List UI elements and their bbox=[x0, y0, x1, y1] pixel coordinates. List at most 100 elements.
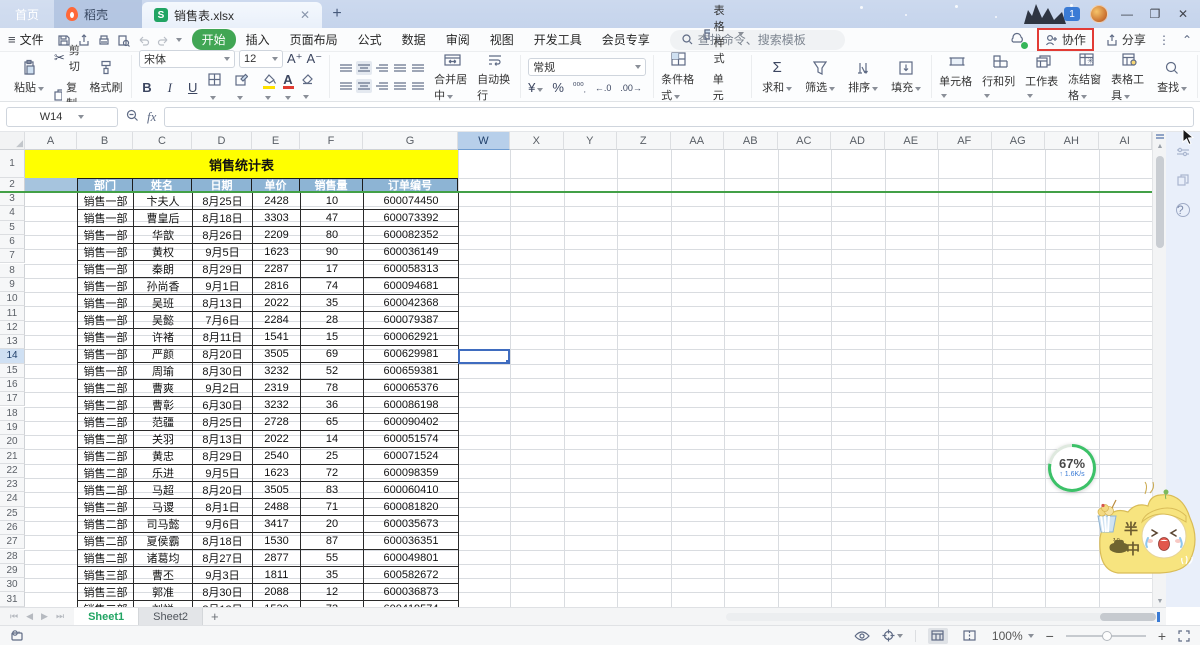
cell[interactable]: 销售二部 bbox=[77, 464, 134, 482]
cell[interactable]: 3303 bbox=[252, 209, 301, 227]
column-header-F[interactable]: F bbox=[300, 132, 363, 150]
cell[interactable]: 销售二部 bbox=[77, 413, 134, 431]
upload-progress-badge[interactable]: 67% ↑ 1.6K/s bbox=[1048, 444, 1096, 492]
cell[interactable]: 销售三部 bbox=[77, 583, 134, 601]
cell[interactable]: 87 bbox=[300, 532, 364, 550]
row-header-26[interactable]: 26 bbox=[0, 520, 25, 536]
font-size-select[interactable]: 12 bbox=[239, 50, 283, 68]
zoom-level-button[interactable]: 100% bbox=[992, 629, 1034, 643]
cell[interactable]: 9月2日 bbox=[192, 379, 253, 397]
cell[interactable]: 2877 bbox=[252, 549, 301, 567]
scrollbar-split-handle[interactable] bbox=[1156, 134, 1164, 136]
paste-button[interactable]: 粘贴 bbox=[11, 59, 47, 95]
cell[interactable]: 2287 bbox=[252, 260, 301, 278]
cell[interactable]: 80 bbox=[300, 226, 364, 244]
cell[interactable]: 600062921 bbox=[363, 328, 459, 346]
cell[interactable]: 8月25日 bbox=[192, 413, 253, 431]
cell[interactable]: 8月18日 bbox=[192, 600, 253, 607]
cell[interactable]: 78 bbox=[300, 379, 364, 397]
cell[interactable]: 35 bbox=[300, 294, 364, 312]
cell[interactable]: 曹爽 bbox=[133, 379, 193, 397]
cell[interactable]: 14 bbox=[300, 430, 364, 448]
cell[interactable]: 9月5日 bbox=[192, 464, 253, 482]
cell[interactable]: 曹彰 bbox=[133, 396, 193, 414]
cell[interactable]: 卞夫人 bbox=[133, 192, 193, 210]
row-header-31[interactable]: 31 bbox=[0, 592, 25, 607]
help-icon[interactable]: ? bbox=[1176, 203, 1190, 217]
cell[interactable]: 8月26日 bbox=[192, 226, 253, 244]
tab-document[interactable]: S 销售表.xlsx ✕ bbox=[142, 2, 322, 28]
eye-protect-icon[interactable] bbox=[854, 630, 870, 641]
cell[interactable]: 17 bbox=[300, 260, 364, 278]
cell[interactable]: 销售一部 bbox=[77, 328, 134, 346]
align-middle-button[interactable] bbox=[356, 60, 373, 75]
cell[interactable]: 600659381 bbox=[363, 362, 459, 380]
menu-item-数据[interactable]: 数据 bbox=[392, 29, 436, 50]
cell[interactable]: 600065376 bbox=[363, 379, 459, 397]
column-header-W[interactable]: W bbox=[458, 132, 510, 150]
row-header-25[interactable]: 25 bbox=[0, 506, 25, 521]
cell[interactable]: 36 bbox=[300, 396, 364, 414]
redo-icon[interactable] bbox=[154, 32, 174, 46]
cell[interactable]: 刘禅 bbox=[133, 600, 193, 607]
column-header-AC[interactable]: AC bbox=[777, 132, 831, 150]
cell[interactable]: 25 bbox=[300, 447, 364, 465]
cell[interactable]: 销售二部 bbox=[77, 532, 134, 550]
align-top-button[interactable] bbox=[338, 61, 354, 75]
cell[interactable]: 600071524 bbox=[363, 447, 459, 465]
share-button[interactable]: 分享 bbox=[1106, 31, 1146, 48]
merge-center-button[interactable]: 合并居中 bbox=[434, 51, 470, 103]
row-header-19[interactable]: 19 bbox=[0, 420, 25, 436]
cell[interactable]: 8月29日 bbox=[192, 260, 253, 278]
cell[interactable]: 夏侯霸 bbox=[133, 532, 193, 550]
align-justify-button[interactable] bbox=[392, 79, 408, 93]
cell[interactable]: 8月29日 bbox=[192, 447, 253, 465]
cell[interactable]: 600074450 bbox=[363, 192, 459, 210]
cell[interactable]: 黄权 bbox=[133, 243, 193, 261]
file-menu[interactable]: 文件 bbox=[20, 31, 44, 48]
cell[interactable]: 2209 bbox=[252, 226, 301, 244]
row-header-22[interactable]: 22 bbox=[0, 463, 25, 478]
cell[interactable]: 7月6日 bbox=[192, 311, 253, 329]
cell[interactable]: 600629981 bbox=[363, 345, 459, 363]
row-header-27[interactable]: 27 bbox=[0, 535, 25, 550]
more-options-icon[interactable]: ⋮ bbox=[1158, 33, 1170, 47]
cell[interactable]: 55 bbox=[300, 549, 364, 567]
cell[interactable]: 1623 bbox=[252, 464, 301, 482]
cell[interactable]: 2816 bbox=[252, 277, 301, 295]
cell[interactable]: 69 bbox=[300, 345, 364, 363]
cell[interactable]: 马谡 bbox=[133, 498, 193, 516]
cell[interactable]: 销售二部 bbox=[77, 379, 134, 397]
formula-zoom-icon[interactable] bbox=[126, 109, 139, 125]
cell[interactable]: 1541 bbox=[252, 328, 301, 346]
collapse-ribbon-icon[interactable]: ⌃ bbox=[1182, 33, 1192, 47]
column-header-AH[interactable]: AH bbox=[1045, 132, 1099, 150]
cell[interactable]: 司马懿 bbox=[133, 515, 193, 533]
cell[interactable]: 71 bbox=[300, 498, 364, 516]
column-header-AG[interactable]: AG bbox=[991, 132, 1045, 150]
freeze-panes-button[interactable]: ✳ 冻结窗格 bbox=[1068, 51, 1104, 103]
cell[interactable]: 600036149 bbox=[363, 243, 459, 261]
column-header-D[interactable]: D bbox=[192, 132, 252, 150]
menu-item-视图[interactable]: 视图 bbox=[480, 29, 524, 50]
cut-button[interactable]: ✂ 剪切 bbox=[54, 42, 81, 74]
new-tab-button[interactable]: + bbox=[322, 0, 352, 28]
cell[interactable]: 销售二部 bbox=[77, 430, 134, 448]
cell[interactable]: 曹丕 bbox=[133, 566, 193, 584]
zoom-in-button[interactable]: + bbox=[1158, 628, 1166, 644]
cell[interactable]: 范疆 bbox=[133, 413, 193, 431]
increase-decimal-icon[interactable]: ←.0 bbox=[595, 83, 612, 93]
menu-item-会员专享[interactable]: 会员专享 bbox=[592, 29, 660, 50]
table-tools-button[interactable]: 表格工具 bbox=[1111, 51, 1147, 103]
scroll-down-icon[interactable]: ▼ bbox=[1153, 598, 1167, 605]
row-header-12[interactable]: 12 bbox=[0, 320, 25, 335]
sheet-tab-Sheet1[interactable]: Sheet1 bbox=[74, 608, 140, 625]
cell[interactable]: 销售一部 bbox=[77, 294, 134, 312]
row-header-8[interactable]: 8 bbox=[0, 263, 25, 278]
cell[interactable]: 1530 bbox=[252, 532, 301, 550]
sheet-tab-Sheet2[interactable]: Sheet2 bbox=[139, 608, 204, 625]
scroll-up-icon[interactable]: ▲ bbox=[1153, 143, 1167, 150]
cell[interactable]: 28 bbox=[300, 311, 364, 329]
cell[interactable]: 2022 bbox=[252, 430, 301, 448]
quickbar-more-icon[interactable] bbox=[175, 37, 182, 42]
